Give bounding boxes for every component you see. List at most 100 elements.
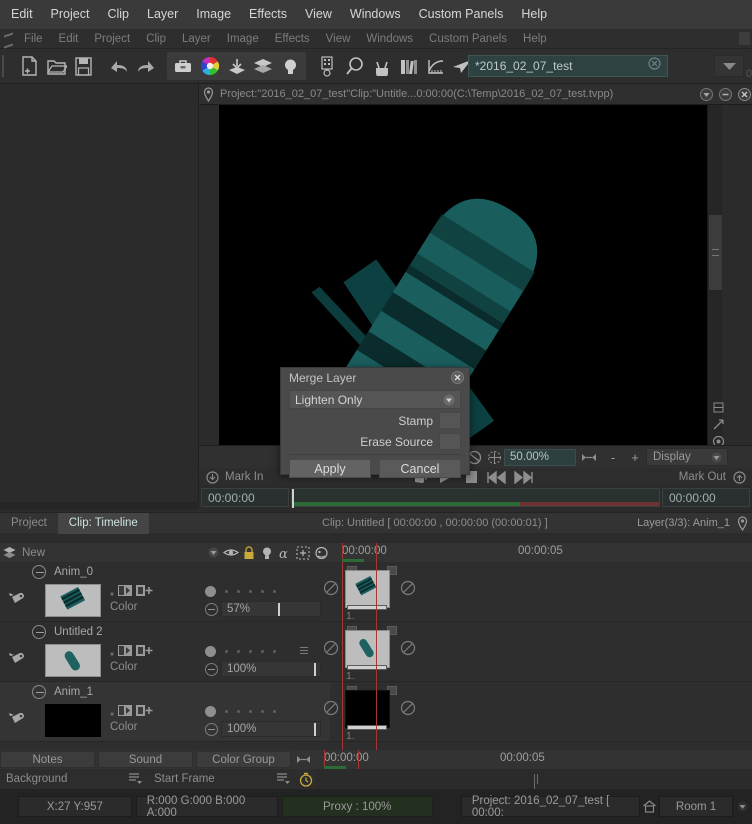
background-dropdown[interactable]: Background [0, 770, 148, 788]
menu-item-edit[interactable]: Edit [2, 0, 42, 29]
collapse-icon[interactable] [699, 87, 714, 102]
submenu-item-windows[interactable]: Windows [358, 29, 421, 49]
track-row-untitled-2[interactable]: 1. [323, 622, 752, 682]
timeline-frame-cell[interactable] [345, 630, 390, 668]
timeline-playhead-end[interactable] [376, 562, 377, 750]
brush-tag-icon[interactable] [6, 710, 28, 733]
add-stencil-icon[interactable] [136, 583, 153, 601]
close-icon[interactable] [737, 87, 752, 102]
pan-view-icon[interactable] [484, 450, 504, 465]
zoom-level-field[interactable]: 50.00% [504, 448, 576, 466]
stamp-checkbox[interactable] [439, 412, 461, 429]
submenu-item-view[interactable]: View [318, 29, 359, 49]
panel-splitter-handle[interactable] [300, 645, 308, 663]
null-frame-icon[interactable] [323, 700, 339, 716]
clip-progress-bar[interactable] [291, 488, 660, 508]
layers-icon[interactable] [251, 53, 276, 79]
grid-toggle-icon[interactable] [710, 399, 726, 415]
color-wheel-icon[interactable] [197, 53, 222, 79]
submenu-item-effects[interactable]: Effects [267, 29, 318, 49]
skip-previous-icon[interactable] [484, 469, 510, 485]
pin-icon[interactable] [201, 86, 216, 102]
redo-icon[interactable] [133, 53, 158, 79]
pin-icon[interactable] [737, 516, 748, 536]
eye-icon[interactable] [222, 544, 240, 561]
room-selector[interactable]: Room 1 [658, 796, 734, 817]
menu-grip-icon[interactable] [0, 29, 16, 49]
progress-playhead[interactable] [292, 489, 294, 508]
color-group-button[interactable]: Color Group [196, 751, 291, 768]
blend-mode-icon[interactable] [118, 643, 132, 661]
timecode-end-field[interactable]: 00:00:00 [662, 488, 750, 507]
menu-item-image[interactable]: Image [187, 0, 240, 29]
keyframe-dot-active[interactable] [205, 705, 216, 717]
close-icon[interactable] [451, 371, 464, 387]
selection-icon[interactable] [294, 544, 312, 561]
menu-item-project[interactable]: Project [42, 0, 99, 29]
submenu-item-clip[interactable]: Clip [138, 29, 174, 49]
layers-stack-icon[interactable] [0, 544, 18, 561]
menu-item-view[interactable]: View [296, 0, 341, 29]
layer-thumbnail[interactable] [45, 704, 101, 737]
project-title-dropdown[interactable] [714, 55, 744, 77]
opacity-slider[interactable]: 100% [221, 661, 321, 677]
menu-item-effects[interactable]: Effects [240, 0, 296, 29]
keyframe-dot-active[interactable] [205, 645, 216, 657]
keyframe-dot[interactable] [249, 649, 252, 653]
apply-button[interactable]: Apply [289, 459, 371, 478]
skip-next-icon[interactable] [510, 469, 536, 485]
keypad-icon[interactable] [315, 53, 340, 79]
list-icon[interactable] [276, 772, 291, 788]
bottom-timeline-ruler[interactable]: 00:00:00 00:00:05 [312, 750, 752, 769]
toolbox-icon[interactable] [170, 53, 195, 79]
save-disk-icon[interactable] [71, 53, 96, 79]
light-bulb-icon[interactable] [278, 53, 303, 79]
cancel-button[interactable]: Cancel [379, 459, 461, 478]
minimize-icon[interactable] [718, 87, 733, 102]
timeline-frame-cell[interactable] [345, 570, 390, 608]
expand-horizontal-icon[interactable] [294, 754, 312, 765]
keyframe-dot[interactable] [237, 589, 240, 593]
menu-item-help[interactable]: Help [512, 0, 556, 29]
keyframe-dot[interactable] [225, 709, 228, 713]
magnifier-icon[interactable] [342, 53, 367, 79]
onion-skin-icon[interactable] [312, 544, 330, 561]
submenu-item-custom-panels[interactable]: Custom Panels [421, 29, 515, 49]
add-stencil-icon[interactable] [136, 643, 153, 661]
menu-item-custom-panels[interactable]: Custom Panels [410, 0, 513, 29]
timecode-start-field[interactable]: 00:00:00 [201, 488, 289, 507]
keyframe-dot[interactable] [249, 589, 252, 593]
keyframe-dot[interactable] [273, 649, 276, 653]
opacity-slider[interactable]: 57% [221, 601, 321, 617]
menu-item-clip[interactable]: Clip [98, 0, 138, 29]
zoom-in-button[interactable]: + [624, 450, 646, 465]
keyframe-dot[interactable] [237, 709, 240, 713]
opacity-decrease-icon[interactable] [205, 662, 218, 676]
timeline-frame-cell[interactable] [345, 690, 390, 728]
menu-item-layer[interactable]: Layer [138, 0, 187, 29]
layer-keyframe-dots[interactable] [205, 704, 323, 718]
open-folder-icon[interactable] [44, 53, 69, 79]
submenu-item-edit[interactable]: Edit [51, 29, 87, 49]
menu-item-windows[interactable]: Windows [341, 0, 410, 29]
submenu-item-help[interactable]: Help [515, 29, 555, 49]
mark-out-label[interactable]: Mark Out [679, 471, 726, 483]
layer-row-untitled-2[interactable]: Untitled 2 Color 100% [0, 622, 330, 682]
submenu-item-project[interactable]: Project [86, 29, 138, 49]
keyframe-dot[interactable] [249, 709, 252, 713]
lock-icon[interactable] [240, 544, 258, 561]
submenu-item-image[interactable]: Image [219, 29, 267, 49]
clear-x-icon[interactable] [648, 57, 661, 75]
scrollbar-thumb[interactable] [709, 215, 722, 290]
layer-thumbnail[interactable] [45, 584, 101, 617]
timeline-ruler[interactable]: 00:00:00 00:00:05 [330, 543, 752, 562]
keyframe-dot[interactable] [225, 589, 228, 593]
opacity-cursor[interactable] [314, 723, 317, 736]
opacity-cursor[interactable] [277, 603, 280, 616]
layer-group-name[interactable]: New [18, 547, 204, 559]
mark-in-label[interactable]: Mark In [225, 471, 263, 483]
track-row-anim-1[interactable]: 1. [323, 682, 752, 742]
mark-in-icon[interactable] [199, 469, 225, 485]
chevron-down-icon[interactable] [204, 544, 222, 561]
keyframe-dot[interactable] [261, 589, 264, 593]
